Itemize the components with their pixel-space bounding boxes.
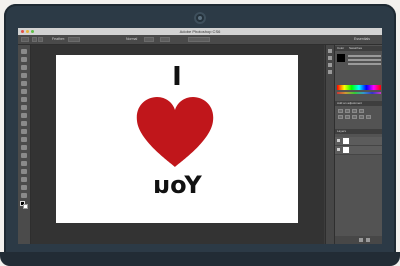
crop-tool-icon[interactable] (21, 81, 27, 86)
document-canvas[interactable]: I You (56, 55, 298, 223)
type-tool-icon[interactable] (21, 169, 27, 174)
color-slider-b[interactable] (348, 63, 381, 65)
layers-title[interactable]: Layers (337, 129, 346, 134)
swatch-row[interactable] (337, 92, 381, 94)
curves-icon[interactable] (352, 109, 357, 113)
history-brush-tool-icon[interactable] (21, 121, 27, 126)
title-bar: Adobe Photoshop CS6 (18, 28, 382, 35)
new-layer-icon[interactable] (359, 238, 363, 242)
eye-icon[interactable] (337, 148, 340, 151)
pen-tool-icon[interactable] (21, 161, 27, 166)
brush-tool-icon[interactable] (21, 105, 27, 110)
healing-brush-tool-icon[interactable] (21, 97, 27, 102)
delete-layer-icon[interactable] (366, 238, 370, 242)
layer-row[interactable] (335, 137, 382, 146)
history-icon[interactable] (328, 49, 332, 53)
style-select[interactable]: Normal (126, 35, 137, 44)
right-panels: Color Swatches Add an adjustment Layers (325, 45, 382, 244)
tab-swatches[interactable]: Swatches (349, 46, 362, 51)
feather-label: Feather: (52, 37, 66, 41)
webcam-icon (194, 12, 206, 24)
eraser-tool-icon[interactable] (21, 129, 27, 134)
height-input[interactable] (160, 37, 170, 42)
hue-saturation-icon[interactable] (345, 115, 350, 119)
adjustments-title: Add an adjustment (337, 101, 363, 105)
tool-preset-picker[interactable] (21, 37, 29, 42)
brightness-contrast-icon[interactable] (338, 109, 343, 113)
blur-tool-icon[interactable] (21, 145, 27, 150)
color-slider-r[interactable] (348, 55, 381, 57)
adjustments-tabbar: Add an adjustment (335, 101, 382, 106)
layers-footer (335, 236, 382, 244)
window-title: Adobe Photoshop CS6 (179, 29, 221, 34)
eyedropper-tool-icon[interactable] (21, 89, 27, 94)
exposure-icon[interactable] (359, 109, 364, 113)
heart-shape (136, 97, 214, 167)
width-input[interactable] (144, 37, 154, 42)
panel-top-tabbar: Color Swatches (335, 46, 382, 51)
layer-thumbnail (343, 138, 349, 144)
color-preview[interactable] (337, 54, 345, 62)
background-color-swatch[interactable] (23, 204, 28, 209)
paragraph-icon[interactable] (328, 70, 332, 74)
dodge-tool-icon[interactable] (21, 153, 27, 158)
vibrance-icon[interactable] (338, 115, 343, 119)
eye-icon[interactable] (337, 139, 340, 142)
color-slider-g[interactable] (348, 59, 381, 61)
refine-edge-button[interactable] (188, 37, 210, 42)
photoshop-window: Adobe Photoshop CS6 Feather: Normal Esse… (18, 28, 382, 244)
options-bar: Feather: Normal Essentials (18, 35, 382, 45)
layer-thumbnail (343, 147, 349, 153)
marquee-tool-icon[interactable] (21, 57, 27, 62)
layer-row[interactable] (335, 146, 382, 155)
quick-select-tool-icon[interactable] (21, 73, 27, 78)
workspace-switcher[interactable]: Essentials (354, 35, 370, 44)
canvas-text-you-mirrored: You (152, 171, 202, 199)
clone-stamp-tool-icon[interactable] (21, 113, 27, 118)
color-balance-icon[interactable] (352, 115, 357, 119)
canvas-text-i: I (172, 62, 182, 92)
feather-input[interactable] (68, 37, 80, 42)
photo-filter-icon[interactable] (366, 115, 371, 119)
tab-color[interactable]: Color (337, 46, 344, 51)
properties-icon[interactable] (328, 56, 332, 60)
lasso-tool-icon[interactable] (21, 65, 27, 70)
laptop: Adobe Photoshop CS6 Feather: Normal Esse… (0, 0, 400, 266)
laptop-base (0, 252, 400, 266)
character-icon[interactable] (328, 63, 332, 67)
path-select-tool-icon[interactable] (21, 177, 27, 182)
move-tool-icon[interactable] (21, 49, 27, 54)
add-selection-icon[interactable] (38, 37, 43, 42)
black-white-icon[interactable] (359, 115, 364, 119)
layers-tabbar: Layers (335, 129, 382, 134)
document-workspace: I You (31, 45, 324, 244)
new-selection-icon[interactable] (32, 37, 37, 42)
color-spectrum[interactable] (337, 85, 381, 90)
panel-dock (326, 45, 335, 244)
tools-panel (18, 45, 31, 244)
hand-tool-icon[interactable] (21, 193, 27, 198)
levels-icon[interactable] (345, 109, 350, 113)
gradient-tool-icon[interactable] (21, 137, 27, 142)
canvas-text-you: You (56, 170, 298, 200)
shape-tool-icon[interactable] (21, 185, 27, 190)
